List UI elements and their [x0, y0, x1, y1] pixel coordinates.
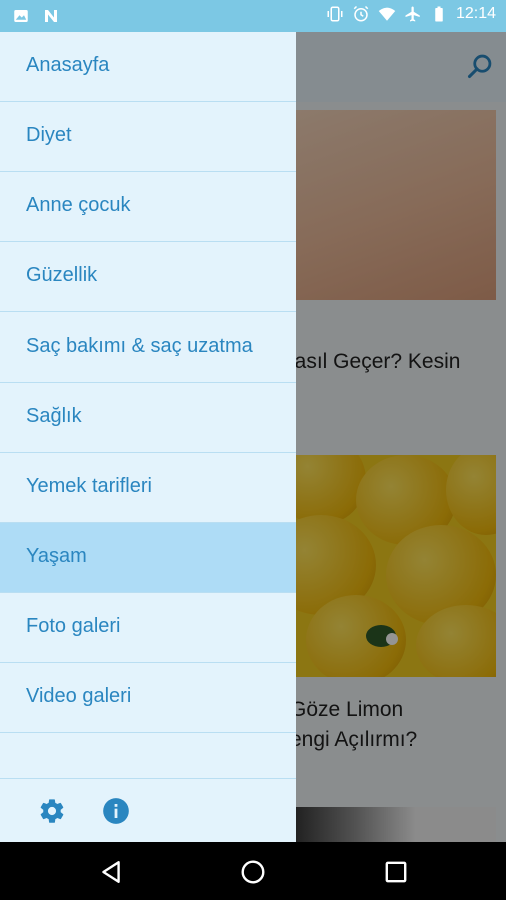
drawer-item-guzellik[interactable]: Güzellik: [0, 242, 296, 312]
drawer-item-label: Saç bakımı & saç uzatma: [26, 335, 253, 357]
battery-icon: [435, 6, 443, 22]
drawer-item-label: Sağlık: [26, 405, 82, 427]
drawer-item-saglik[interactable]: Sağlık: [0, 383, 296, 453]
info-icon[interactable]: [102, 797, 130, 825]
recents-icon[interactable]: [383, 859, 409, 885]
drawer-item-label: Anne çocuk: [26, 194, 131, 216]
drawer-item-yemek-tarifleri[interactable]: Yemek tarifleri: [0, 453, 296, 523]
back-icon[interactable]: [98, 859, 124, 885]
image-icon: [14, 10, 28, 22]
airplane-mode-icon: [405, 6, 420, 22]
gear-icon[interactable]: [38, 797, 66, 825]
home-icon[interactable]: [240, 859, 266, 885]
drawer-item-anasayfa[interactable]: Anasayfa: [0, 32, 296, 102]
alarm-icon: [353, 5, 369, 22]
drawer-item-label: Diyet: [26, 124, 72, 146]
drawer-item-label: Anasayfa: [26, 54, 110, 76]
drawer-item-label: Yaşam: [26, 545, 87, 567]
status-bar: 12:14: [0, 0, 506, 32]
drawer-item-label: Yemek tarifleri: [26, 475, 152, 497]
system-navigation-bar: [0, 842, 506, 900]
drawer-item-diyet[interactable]: Diyet: [0, 102, 296, 172]
wifi-icon: [378, 7, 396, 21]
drawer-item-label: Foto galeri: [26, 615, 121, 637]
drawer-item-video-galeri[interactable]: Video galeri: [0, 663, 296, 733]
drawer-item-label: Güzellik: [26, 264, 98, 286]
drawer-item-label: Video galeri: [26, 685, 132, 707]
n-notification-icon: [45, 10, 57, 22]
vibrate-icon: [327, 6, 343, 22]
drawer-item-foto-galeri[interactable]: Foto galeri: [0, 593, 296, 663]
drawer-item-sac-bakimi[interactable]: Saç bakımı & saç uzatma: [0, 313, 296, 383]
drawer-footer: [0, 778, 296, 842]
status-time: 12:14: [455, 5, 496, 22]
navigation-drawer: Anasayfa Diyet Anne çocuk Güzellik Saç b…: [0, 32, 296, 842]
drawer-item-yasam[interactable]: Yaşam: [0, 523, 296, 593]
drawer-item-anne-cocuk[interactable]: Anne çocuk: [0, 172, 296, 242]
